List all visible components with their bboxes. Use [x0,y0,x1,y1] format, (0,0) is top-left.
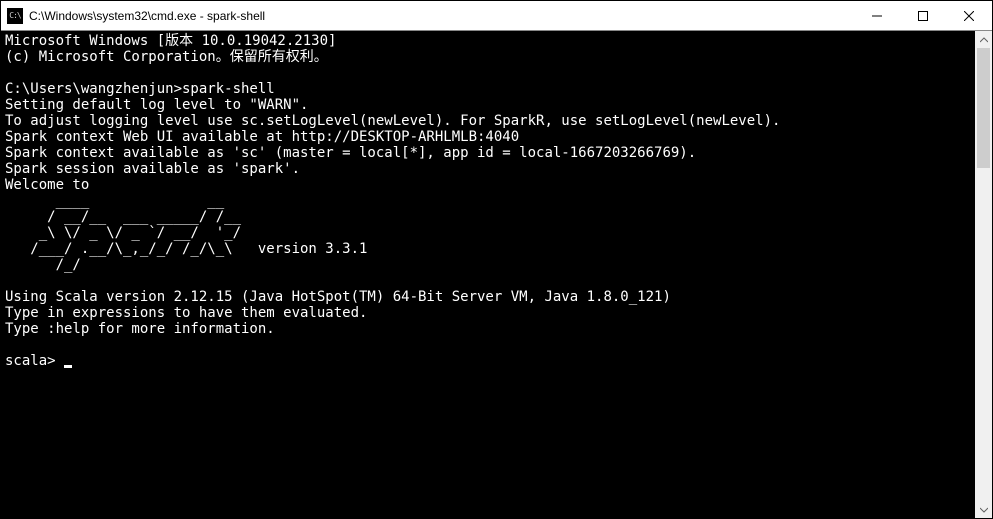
prompt: scala> [5,353,64,369]
ascii-art-line: /_/ [5,257,81,273]
titlebar[interactable]: C:\ C:\Windows\system32\cmd.exe - spark-… [1,1,992,31]
minimize-icon [872,11,882,21]
close-icon [964,11,974,21]
terminal-output[interactable]: Microsoft Windows [版本 10.0.19042.2130] (… [1,31,975,518]
ascii-art-line: _\ \/ _ \/ _ `/ __/ '_/ [5,225,241,241]
window-controls [854,1,992,30]
output-line: Microsoft Windows [版本 10.0.19042.2130] [5,33,336,49]
output-line: Spark context Web UI available at http:/… [5,129,519,145]
output-line: C:\Users\wangzhenjun>spark-shell [5,81,275,97]
chevron-down-icon [980,506,988,514]
output-line: Spark context available as 'sc' (master … [5,145,696,161]
output-line: Using Scala version 2.12.15 (Java HotSpo… [5,289,671,305]
cursor [64,365,72,368]
cmd-window: C:\ C:\Windows\system32\cmd.exe - spark-… [0,0,993,519]
output-line: Welcome to [5,177,89,193]
maximize-button[interactable] [900,1,946,30]
cmd-icon: C:\ [7,8,23,24]
ascii-art-line: / __/__ ___ _____/ /__ [5,209,241,225]
vertical-scrollbar[interactable] [975,31,992,518]
output-line: (c) Microsoft Corporation。保留所有权利。 [5,49,328,65]
scroll-up-button[interactable] [975,31,992,48]
output-line: To adjust logging level use sc.setLogLev… [5,113,780,129]
scroll-down-button[interactable] [975,501,992,518]
output-line: Setting default log level to "WARN". [5,97,308,113]
ascii-art-line: /___/ .__/\_,_/_/ /_/\_\ version 3.3.1 [5,241,367,257]
output-line: Spark session available as 'spark'. [5,161,300,177]
maximize-icon [918,11,928,21]
terminal-area: Microsoft Windows [版本 10.0.19042.2130] (… [1,31,992,518]
output-line: Type :help for more information. [5,321,275,337]
close-button[interactable] [946,1,992,30]
chevron-up-icon [980,36,988,44]
minimize-button[interactable] [854,1,900,30]
output-line: Type in expressions to have them evaluat… [5,305,367,321]
scroll-thumb[interactable] [977,48,990,168]
window-title: C:\Windows\system32\cmd.exe - spark-shel… [29,9,854,23]
scroll-track[interactable] [975,48,992,501]
ascii-art-line: ____ __ [5,193,224,209]
